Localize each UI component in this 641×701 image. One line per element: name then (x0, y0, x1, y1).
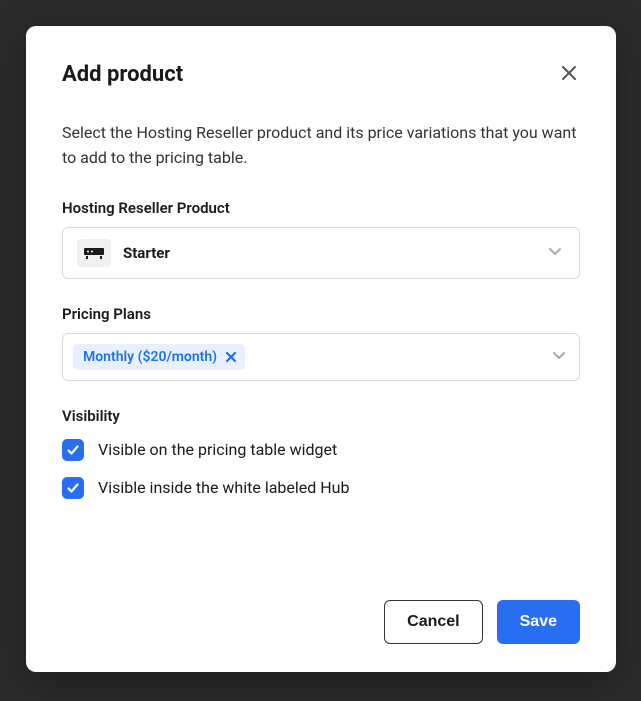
checkbox-white-labeled-hub[interactable] (62, 477, 84, 499)
close-icon (560, 64, 578, 85)
visibility-field: Visibility Visible on the pricing table … (62, 407, 580, 515)
pricing-plans-label: Pricing Plans (62, 305, 580, 323)
add-product-modal: Add product Select the Hosting Reseller … (26, 26, 616, 672)
modal-header: Add product (62, 62, 580, 87)
visibility-label: Visibility (62, 407, 580, 425)
save-button[interactable]: Save (497, 600, 580, 644)
cancel-button[interactable]: Cancel (384, 600, 482, 644)
check-icon (66, 443, 80, 457)
server-icon (77, 239, 111, 267)
product-field-label: Hosting Reseller Product (62, 199, 580, 217)
chevron-down-icon (547, 243, 565, 263)
visibility-option: Visible on the pricing table widget (62, 439, 580, 461)
checkbox-pricing-table-widget[interactable] (62, 439, 84, 461)
pricing-plans-select[interactable]: Monthly ($20/month) (62, 333, 580, 381)
visibility-option: Visible inside the white labeled Hub (62, 477, 580, 499)
modal-footer: Cancel Save (62, 600, 580, 644)
check-icon (66, 481, 80, 495)
close-icon (225, 351, 237, 363)
modal-title: Add product (62, 62, 183, 87)
pricing-plan-tag: Monthly ($20/month) (73, 344, 245, 370)
pricing-plans-field: Pricing Plans Monthly ($20/month) (62, 305, 580, 381)
product-select-value: Starter (123, 244, 547, 262)
tag-remove-button[interactable] (225, 351, 237, 363)
checkbox-label: Visible on the pricing table widget (98, 440, 337, 459)
chevron-down-icon (551, 347, 569, 367)
pricing-plan-tag-label: Monthly ($20/month) (83, 349, 217, 365)
modal-description: Select the Hosting Reseller product and … (62, 121, 580, 171)
close-button[interactable] (558, 62, 580, 87)
checkbox-label: Visible inside the white labeled Hub (98, 478, 349, 497)
product-select[interactable]: Starter (62, 227, 580, 279)
product-field: Hosting Reseller Product Starter (62, 199, 580, 279)
